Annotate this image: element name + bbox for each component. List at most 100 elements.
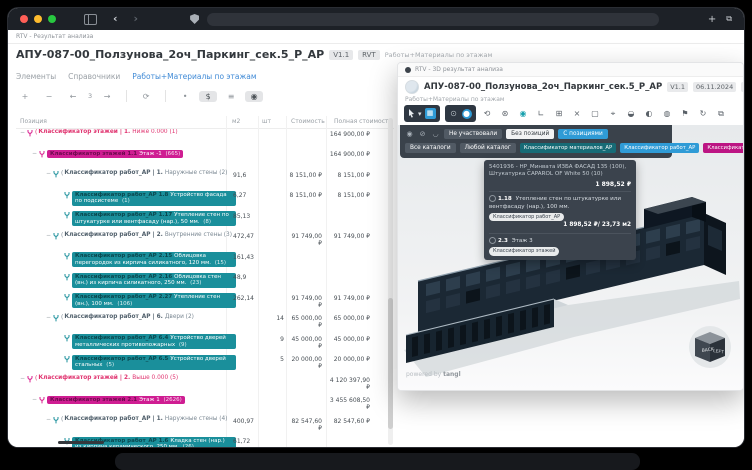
level-next-button[interactable]: →	[98, 91, 116, 102]
link-icon[interactable]: ⊸	[741, 107, 744, 121]
radio-icon[interactable]	[489, 237, 496, 244]
table-row[interactable]: −(Классификатор работ_АР | 6. Двери (2)1…	[16, 314, 394, 333]
fork-icon	[53, 232, 59, 240]
horizontal-scrollbar[interactable]	[58, 441, 104, 444]
new-tab-button[interactable]: +	[708, 14, 716, 25]
view-mode-chip-2[interactable]: Без позиций	[506, 129, 554, 139]
table-row[interactable]: Классификатор работ_АР 6.4Устройство две…	[16, 334, 394, 353]
collapse-toggle-icon[interactable]: −	[46, 232, 51, 239]
cell-m2: 161,43	[233, 254, 263, 261]
table-row[interactable]: Классификатор работ_АР 1.17Утепление сте…	[16, 211, 394, 230]
hide-elements-icon[interactable]: ◒	[625, 107, 638, 121]
target-button[interactable]: ◉	[245, 91, 263, 102]
close-window-button[interactable]	[20, 15, 28, 23]
show-all-icon[interactable]: ◉	[405, 130, 414, 138]
row-badge[interactable]: Классификатор работ_АР 6.5Устройство две…	[72, 355, 236, 370]
tab-2[interactable]: Справочники	[68, 72, 120, 81]
catalog-chip-1[interactable]: Классификатор материалов_АР	[520, 143, 616, 153]
view-mode-chip-3[interactable]: С позициями	[558, 129, 607, 139]
collapse-toggle-icon[interactable]: −	[32, 396, 37, 403]
isolate-elements-icon[interactable]: ◐	[643, 107, 656, 121]
app-window-label: RTV - Результат анализа	[8, 30, 744, 44]
tab-1[interactable]: Элементы	[16, 72, 56, 81]
collapse-toggle-icon[interactable]: −	[32, 150, 37, 157]
tab-3[interactable]: Работы+Материалы по этажам	[132, 72, 256, 81]
catalog-chip-2[interactable]: Классификатор работ_АР	[620, 143, 699, 153]
expand-button[interactable]: +	[16, 91, 34, 102]
walk-mode-button[interactable]: ⊙	[449, 109, 459, 119]
radio-icon[interactable]	[489, 195, 496, 202]
table-row[interactable]: −(Классификатор этажей | 1. Ниже 0.000 (…	[16, 129, 394, 148]
cell-full-cost: 164 900,00 ₽	[326, 151, 370, 158]
cursor-icon[interactable]	[408, 109, 415, 118]
sidebar-toggle-icon[interactable]	[84, 14, 97, 25]
section-icon[interactable]: ∟	[535, 107, 548, 121]
back-button[interactable]: ‹	[113, 14, 118, 24]
cell-m2: 91,6	[233, 172, 263, 179]
marquee-icon[interactable]: ▢	[589, 107, 602, 121]
row-badge[interactable]: Классификатор работ_АР 2.15Облицовка пер…	[72, 252, 236, 267]
undo-icon[interactable]: ⟲	[481, 107, 494, 121]
catalog-scope-chip-2[interactable]: Любой каталог	[460, 143, 516, 153]
table-row[interactable]: − Классификатор этажей 1.1Этаж -1 (665) 16…	[16, 150, 394, 169]
url-bar[interactable]	[207, 13, 659, 26]
privacy-shield-icon[interactable]	[190, 14, 199, 24]
ghost-elements-icon[interactable]: ◍	[661, 107, 674, 121]
collapse-toggle-icon[interactable]: −	[20, 375, 25, 382]
row-badge[interactable]: Классификатор работ_АР 2.16Облицовка сте…	[72, 273, 236, 288]
zoom-window-button[interactable]	[48, 15, 56, 23]
table-row[interactable]: Классификатор работ_АР 2.16Облицовка сте…	[16, 273, 394, 292]
collapse-button[interactable]: −	[40, 91, 58, 102]
flag-icon[interactable]: ⚑	[679, 107, 692, 121]
table-row[interactable]: −(Классификатор этажей | 2. Выше 0.000 (…	[16, 375, 394, 394]
copy-view-icon[interactable]: ⧉	[715, 107, 728, 121]
table-row[interactable]: −(Классификатор работ_АР | 1. Наружные с…	[16, 170, 394, 189]
currency-button[interactable]: $	[199, 91, 217, 102]
refresh-button[interactable]: ⟳	[137, 91, 155, 102]
chevron-down-icon[interactable]: ▾	[418, 110, 422, 118]
viewer-titlebar[interactable]: RTV - 3D результат анализа	[398, 63, 743, 77]
row-badge[interactable]: Классификатор работ_АР 1.8Устройство фас…	[72, 191, 236, 206]
target-icon[interactable]: ⌖	[607, 107, 620, 121]
hide-selection-icon[interactable]: ⊘	[418, 130, 427, 138]
row-badge[interactable]: Классификатор этажей 2.1Этаж 1 (2626)	[47, 396, 185, 405]
level-prev-button[interactable]: ←	[64, 91, 82, 102]
collapse-toggle-icon[interactable]: −	[46, 314, 51, 321]
table-row[interactable]: Классификатор работ_АР 6.5Устройство две…	[16, 355, 394, 374]
table-row[interactable]: −(Классификатор работ_АР | 2. Внутренние…	[16, 232, 394, 251]
view-cube[interactable]: BACK LEFT	[687, 324, 733, 372]
reset-view-icon[interactable]: ↻	[697, 107, 710, 121]
viewpoint-icon[interactable]: ◉	[517, 107, 530, 121]
brand-logo: tangl	[443, 371, 461, 378]
table-row[interactable]: Классификатор работ_АР 1.8Устройство фас…	[16, 191, 394, 210]
forward-button[interactable]: ›	[134, 14, 139, 24]
table-row[interactable]: −(Классификатор работ_АР | 1. Наружные с…	[16, 416, 394, 435]
list-button[interactable]: ≡	[222, 91, 240, 102]
table-row[interactable]: Классификатор работ_АР 2.27Утепление сте…	[16, 293, 394, 312]
row-badge[interactable]: Классификатор работ_АР 1.17Утепление сте…	[72, 211, 236, 226]
view-mode-chip-1[interactable]: Не участвовали	[444, 129, 502, 139]
collapse-toggle-icon[interactable]: −	[46, 416, 51, 423]
collapse-toggle-icon[interactable]: −	[46, 170, 51, 177]
catalog-chip-3[interactable]: Классификатор этажей	[703, 143, 744, 153]
table-row[interactable]: Классификатор работ_АР 2.15Облицовка пер…	[16, 252, 394, 271]
row-badge[interactable]: Классификатор работ_АР 6.4Устройство две…	[72, 334, 236, 349]
gear-icon[interactable]: ⊛	[499, 107, 512, 121]
row-badge[interactable]: Классификатор работ_АР 2.27Утепление сте…	[72, 293, 236, 308]
table-row[interactable]: −Классификатор этажей 2.1Этаж 1 (2626)3 …	[16, 396, 394, 415]
dot-button[interactable]: •	[176, 91, 194, 102]
minimize-window-button[interactable]	[34, 15, 42, 23]
select-box-button[interactable]: ▦	[425, 108, 436, 119]
fit-view-icon[interactable]: ⊞	[553, 107, 566, 121]
dock-bar[interactable]	[115, 453, 640, 470]
viewport-3d[interactable]: 5401936 - НР_Минвата ИЗБА ФАСАД 135 (100…	[398, 125, 743, 390]
vertical-scrollbar[interactable]	[388, 118, 393, 445]
clear-selection-icon[interactable]: ×	[571, 107, 584, 121]
catalog-scope-chip-1[interactable]: Все каталоги	[405, 143, 456, 153]
tab-overview-button[interactable]: ⧉	[726, 14, 732, 24]
orbit-mode-button[interactable]: ●	[462, 109, 472, 119]
collapse-toggle-icon[interactable]: −	[20, 129, 25, 136]
traffic-lights[interactable]	[20, 15, 56, 23]
lasso-icon[interactable]: ◡	[431, 130, 440, 138]
row-badge[interactable]: Классификатор этажей 1.1Этаж -1 (665)	[47, 150, 183, 159]
